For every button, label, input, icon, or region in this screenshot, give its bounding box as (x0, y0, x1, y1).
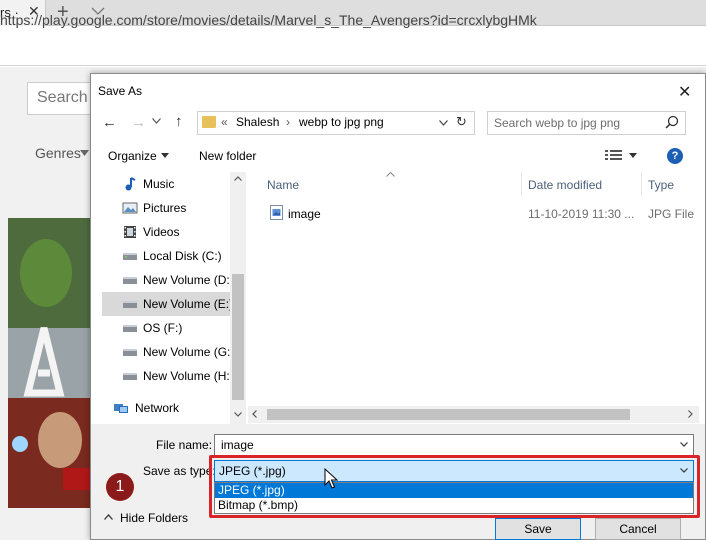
column-header-type[interactable]: Type (648, 178, 674, 192)
nav-pane-scroll-thumb[interactable] (232, 274, 244, 400)
nav-item-new-volume-g[interactable]: New Volume (G:) (102, 340, 231, 364)
nav-item-new-volume-e[interactable]: New Volume (E:) (102, 292, 231, 316)
chevron-down-icon[interactable] (439, 120, 448, 126)
chevron-left-icon[interactable] (252, 410, 257, 418)
nav-item-label: New Volume (G:) (143, 345, 231, 359)
chevron-up-icon[interactable] (104, 514, 113, 520)
nav-item-new-volume-d[interactable]: New Volume (D:) (102, 268, 231, 292)
column-header-date-modified[interactable]: Date modified (528, 178, 602, 192)
nav-item-network[interactable]: Network (100, 396, 228, 420)
address-url[interactable]: https://play.google.com/store/movies/det… (0, 12, 537, 28)
hide-folders-button[interactable]: Hide Folders (120, 511, 188, 525)
nav-item-pictures[interactable]: Pictures (102, 196, 230, 220)
nav-item-label: Network (135, 401, 180, 415)
annotation-step-badge: 1 (106, 473, 134, 501)
breadcrumb-segment-shalesh[interactable]: Shalesh (236, 115, 279, 129)
videos-icon (124, 226, 136, 238)
breadcrumb-segment-current[interactable]: webp to jpg png (299, 115, 384, 129)
close-icon[interactable]: ✕ (678, 82, 691, 102)
nav-item-music[interactable]: Music (102, 172, 230, 196)
file-row-type[interactable]: JPG File (648, 207, 694, 221)
chevron-right-icon[interactable] (688, 410, 693, 418)
search-icon[interactable] (665, 115, 679, 129)
chevron-down-icon (80, 150, 89, 156)
site-search-placeholder: Search (37, 89, 88, 106)
view-options-icon[interactable] (605, 149, 623, 161)
column-divider[interactable] (641, 172, 642, 196)
music-icon (125, 177, 136, 191)
dialog-title: Save As (98, 84, 143, 98)
cancel-button[interactable]: Cancel (595, 518, 681, 540)
network-icon (114, 404, 128, 413)
pictures-icon (122, 202, 138, 214)
address-bar[interactable] (0, 27, 706, 66)
nav-item-label: New Volume (E:) (143, 297, 231, 311)
chevron-down-icon[interactable] (152, 118, 161, 124)
nav-item-label: OS (F:) (143, 321, 183, 335)
nav-item-os-f[interactable]: OS (F:) (102, 316, 230, 340)
drive-icon (123, 301, 137, 308)
chevron-down-icon[interactable] (629, 153, 637, 158)
new-folder-button[interactable]: New folder (199, 149, 256, 163)
help-icon[interactable]: ? (667, 148, 683, 164)
chevron-up-icon[interactable] (234, 176, 242, 181)
column-header-name[interactable]: Name (267, 178, 299, 192)
file-row-name[interactable]: image (288, 207, 321, 221)
organize-button[interactable]: Organize (108, 149, 157, 163)
breadcrumb-overflow[interactable]: « (221, 115, 228, 129)
movie-poster-image[interactable] (8, 218, 90, 508)
nav-item-new-volume-h[interactable]: New Volume (H:) (102, 364, 231, 388)
annotation-highlight-box (209, 455, 700, 518)
refresh-icon[interactable]: ↻ (456, 114, 467, 130)
column-divider[interactable] (521, 172, 522, 196)
folder-icon (202, 116, 216, 128)
file-name-label: File name: (156, 438, 213, 452)
mouse-cursor-icon (324, 468, 338, 489)
folder-search-placeholder: Search webp to jpg png (494, 116, 621, 130)
up-arrow-icon[interactable]: ↑ (175, 113, 183, 130)
file-list-scroll-thumb[interactable] (267, 409, 630, 420)
drive-icon (123, 325, 137, 332)
drive-icon (123, 253, 137, 260)
chevron-down-icon[interactable] (680, 442, 688, 447)
image-file-icon (270, 205, 283, 220)
chevron-down-icon[interactable] (234, 412, 242, 417)
genres-menu[interactable]: Genres (35, 145, 81, 161)
drive-icon (123, 373, 137, 380)
nav-item-local-disk-c[interactable]: Local Disk (C:) (102, 244, 230, 268)
nav-item-label: Music (143, 177, 175, 191)
chevron-down-icon[interactable] (161, 153, 169, 158)
nav-item-videos[interactable]: Videos (102, 220, 230, 244)
save-button[interactable]: Save (495, 518, 581, 540)
breadcrumb-separator-icon[interactable]: › (286, 115, 290, 129)
back-arrow-icon[interactable]: ← (102, 114, 117, 131)
nav-item-label: New Volume (H:) (143, 369, 231, 383)
file-name-input[interactable] (214, 434, 694, 456)
drive-icon (123, 277, 137, 284)
forward-arrow-icon[interactable]: → (131, 114, 146, 131)
drive-icon (123, 349, 137, 356)
nav-item-label: New Volume (D:) (143, 273, 231, 287)
nav-item-label: Pictures (143, 201, 187, 215)
file-row-date[interactable]: 11-10-2019 11:30 ... (528, 207, 634, 221)
save-as-type-label: Save as type: (143, 464, 216, 478)
nav-item-label: Videos (143, 225, 180, 239)
nav-item-label: Local Disk (C:) (143, 249, 222, 263)
sort-up-icon (386, 172, 395, 177)
